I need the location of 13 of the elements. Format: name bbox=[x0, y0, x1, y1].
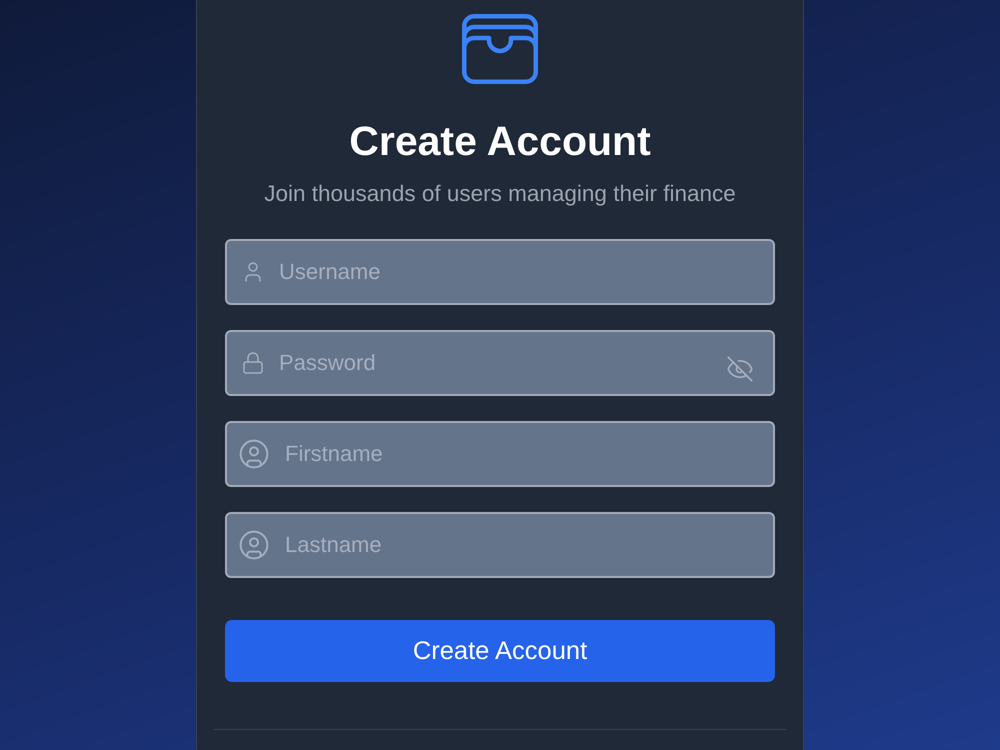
wallet-icon bbox=[462, 14, 538, 84]
visibility-toggle[interactable] bbox=[726, 355, 754, 383]
input-field[interactable]: Firstname bbox=[225, 421, 775, 487]
create-account-button[interactable]: Create Account bbox=[225, 620, 775, 682]
eye-off-icon bbox=[726, 355, 754, 383]
input-field[interactable]: Lastname bbox=[225, 512, 775, 578]
page-title: Create Account bbox=[349, 117, 651, 165]
password-field[interactable]: Password bbox=[225, 330, 775, 396]
user-circle-icon bbox=[238, 438, 270, 470]
input-field[interactable]: Username bbox=[225, 239, 775, 305]
page-subtitle: Join thousands of users managing their finance bbox=[264, 180, 736, 207]
lock-icon bbox=[241, 351, 265, 375]
user-circle-icon bbox=[238, 529, 270, 561]
